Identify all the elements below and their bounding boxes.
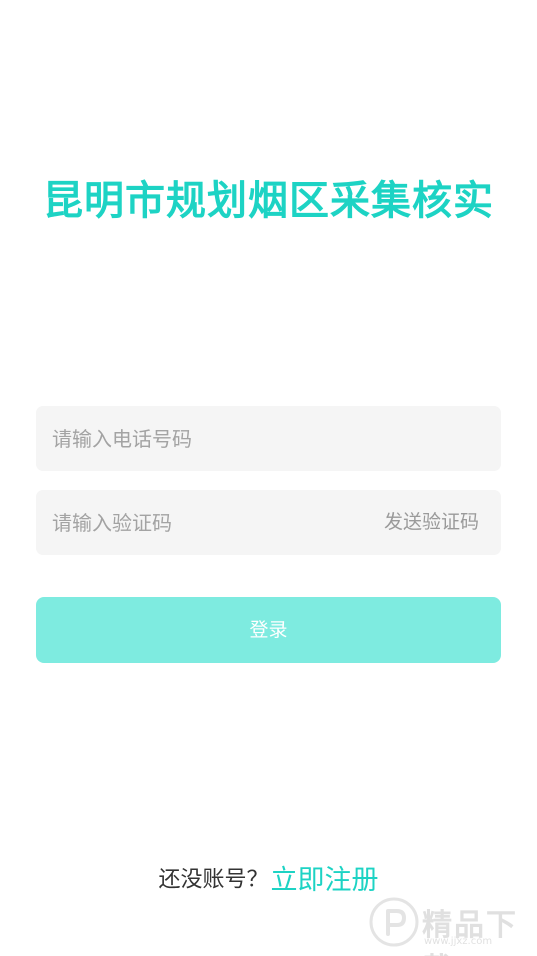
code-field-container: 发送验证码 xyxy=(36,490,501,555)
watermark-url: www.jjxz.com xyxy=(424,936,493,947)
phone-field-container xyxy=(36,406,501,471)
register-prompt: 还没账号？ xyxy=(158,867,269,893)
phone-input[interactable] xyxy=(36,406,501,471)
login-screen: 昆明市规划烟区采集核实 发送验证码 登录 还没账号？立即注册 精品下载 www.… xyxy=(0,0,537,956)
app-title: 昆明市规划烟区采集核实 xyxy=(43,178,494,224)
jingpin-logo-icon xyxy=(369,897,419,947)
login-button[interactable]: 登录 xyxy=(36,597,501,663)
register-link[interactable]: 立即注册 xyxy=(271,865,379,896)
watermark-text: 精品下载 xyxy=(422,908,518,956)
send-code-button[interactable]: 发送验证码 xyxy=(384,490,479,555)
watermark: 精品下载 www.jjxz.com xyxy=(368,892,536,956)
verification-code-input[interactable] xyxy=(36,490,356,555)
